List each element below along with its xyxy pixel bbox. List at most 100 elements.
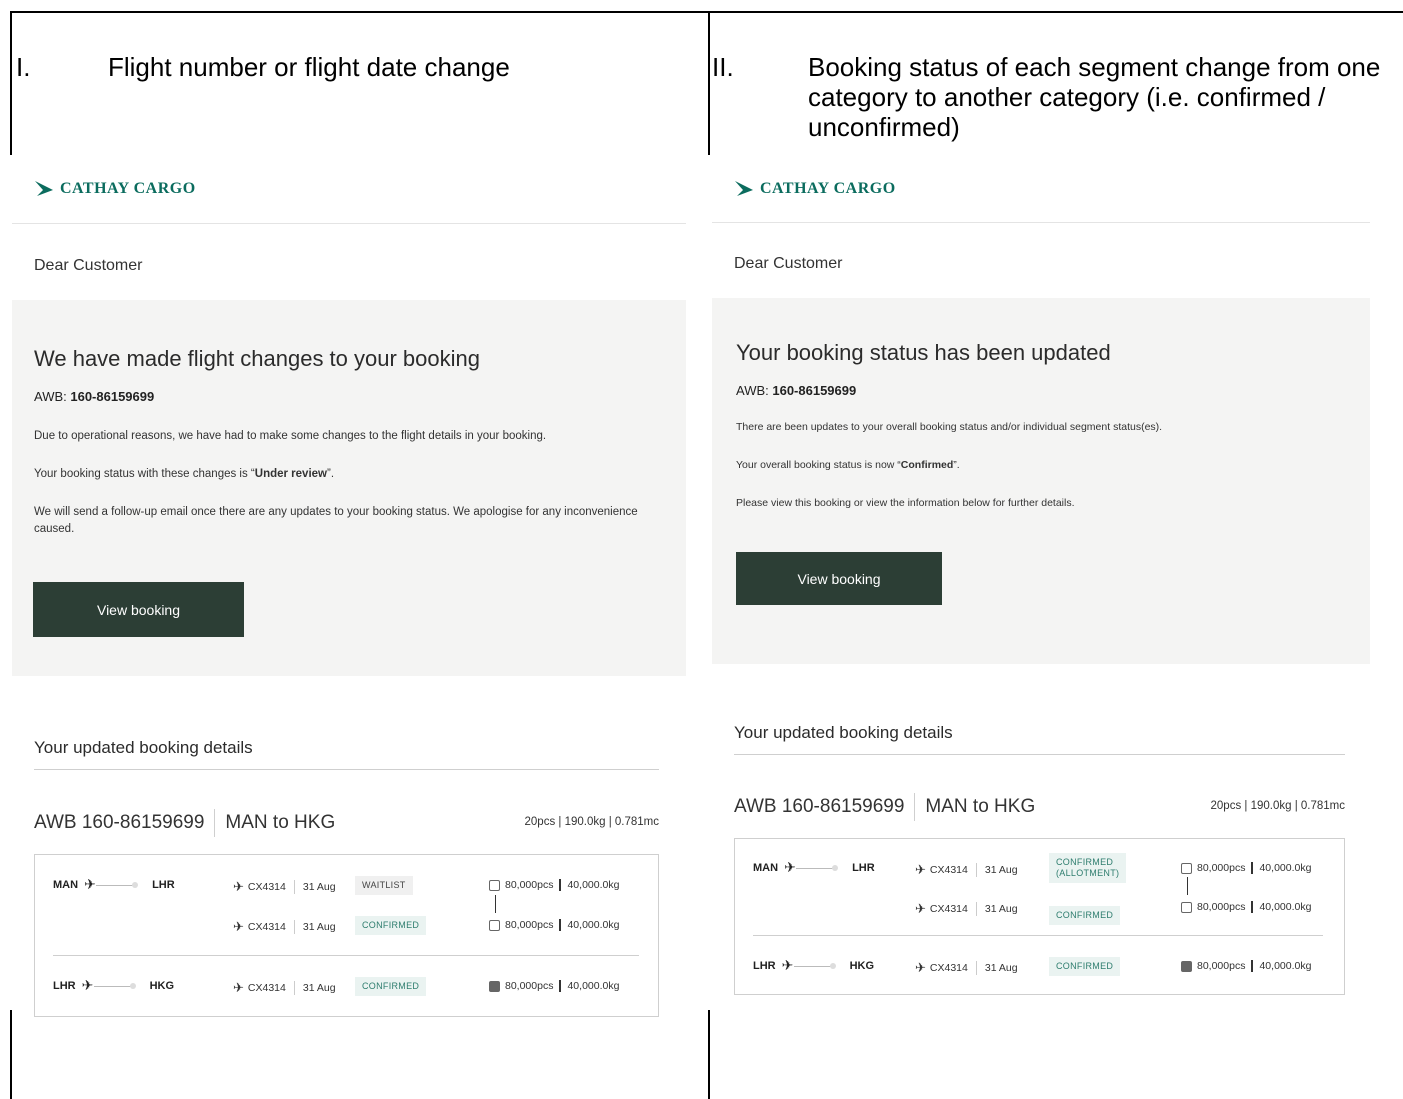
flight-line: ✈ CX4314 31 Aug: [915, 901, 1018, 917]
notice-paragraph-3: Please view this booking or view the inf…: [736, 497, 1075, 509]
brand-logo: CATHAY CARGO: [734, 180, 896, 198]
segment-destination: LHR: [152, 879, 175, 891]
route-heading: MAN to HKG: [225, 812, 336, 833]
flight-line: ✈ CX4314 31 Aug: [233, 879, 336, 895]
flight-line: ✈ CX4314 31 Aug: [915, 960, 1018, 976]
segment-destination: HKG: [849, 960, 875, 972]
booking-details-rule: [734, 754, 1345, 755]
segment-route: MAN ✈ LHR: [753, 859, 875, 875]
view-booking-button[interactable]: View booking: [33, 582, 244, 637]
route-track: ✈: [782, 957, 836, 973]
left-column-header: I. Flight number or flight date change: [16, 52, 696, 92]
awb-heading: AWB 160-86159699: [734, 796, 905, 817]
route-heading: MAN to HKG: [925, 796, 1036, 817]
status-badge: WAITLIST: [355, 876, 413, 895]
flight-number: CX4314: [929, 903, 968, 915]
status-badge: CONFIRMED: [355, 977, 427, 996]
package-icon: [1181, 960, 1192, 972]
segment-route: MAN ✈ LHR: [53, 876, 175, 892]
notice-paragraph-3: We will send a follow-up email once ther…: [34, 506, 638, 535]
capacity-connector: [495, 895, 496, 913]
weight: 40,000.0kg: [567, 919, 620, 931]
segment-origin: MAN: [53, 879, 79, 891]
flight-date: 31 Aug: [984, 903, 1018, 915]
status-badge: CONFIRMED (ALLOTMENT): [1049, 853, 1127, 883]
left-email: CATHAY CARGO Dear Customer We have made …: [12, 160, 686, 1017]
plane-icon: ✈: [915, 901, 926, 916]
segments-table: MAN ✈ LHR ✈ CX4314 31 Aug CONFIRMED (ALL…: [734, 838, 1345, 995]
flight-date: 31 Aug: [302, 982, 336, 994]
notice-paragraph-2: Your overall booking status is now “Conf…: [736, 457, 1356, 474]
flight-number: CX4314: [247, 982, 286, 994]
awb-value: 160-86159699: [772, 383, 857, 398]
capacity: 80,000pcs 40,000.0kg: [1181, 960, 1311, 972]
route-track: ✈: [784, 859, 839, 875]
left-header-text: Flight number or flight date change: [108, 52, 510, 82]
status-badge: CONFIRMED: [355, 916, 427, 935]
status-badge: CONFIRMED: [1049, 957, 1121, 976]
weight: 40,000.0kg: [1259, 960, 1312, 972]
shipment-summary: 20pcs | 190.0kg | 0.781mc: [524, 816, 659, 828]
flight-date: 31 Aug: [302, 921, 336, 933]
cathay-brushwing-icon: [35, 181, 53, 196]
cathay-brushwing-icon: [735, 181, 753, 196]
flight-number: CX4314: [247, 881, 286, 893]
view-booking-button[interactable]: View booking: [736, 552, 942, 605]
left-header-number: I.: [16, 52, 31, 82]
plane-icon: ✈: [915, 960, 926, 975]
status-line-1: CONFIRMED: [1056, 857, 1114, 867]
p2-pre: Your overall booking status is now “: [736, 459, 901, 471]
p2-bold: Confirmed: [900, 459, 954, 471]
capacity: 80,000pcs 40,000.0kg: [1181, 862, 1311, 874]
pieces: 80,000pcs: [505, 980, 554, 992]
capacity: 80,000pcs 40,000.0kg: [489, 980, 619, 992]
flight-date: 31 Aug: [984, 962, 1018, 974]
pieces: 80,000pcs: [505, 879, 554, 891]
table-middle-border-lower: [708, 1010, 710, 1099]
right-header-text: Booking status of each segment change fr…: [808, 52, 1381, 142]
flight-line: ✈ CX4314 31 Aug: [233, 919, 336, 935]
awb-route-heading: AWB 160-86159699 MAN to HKG: [34, 808, 335, 838]
notice-paragraph-2: Your booking status with these changes i…: [34, 466, 674, 483]
header-divider: [12, 223, 686, 224]
plane-icon: ✈: [233, 980, 244, 995]
weight: 40,000.0kg: [567, 980, 620, 992]
flight-line: ✈ CX4314 31 Aug: [915, 862, 1018, 878]
notice-title: We have made flight changes to your book…: [34, 346, 480, 371]
notice-title: Your booking status has been updated: [736, 340, 1111, 365]
shipment-summary: 20pcs | 190.0kg | 0.781mc: [1210, 800, 1345, 812]
capacity: 80,000pcs 40,000.0kg: [1181, 901, 1311, 913]
awb-line: AWB: 160-86159699: [736, 383, 856, 398]
plane-icon: ✈: [784, 859, 796, 875]
plane-icon: ✈: [233, 919, 244, 934]
table-left-border-lower: [10, 1010, 12, 1099]
weight: 40,000.0kg: [567, 879, 620, 891]
greeting: Dear Customer: [34, 257, 143, 274]
p2-pre: Your booking status with these changes i…: [34, 468, 255, 480]
plane-icon: ✈: [81, 977, 94, 993]
route-track: ✈: [84, 876, 139, 892]
right-email: CATHAY CARGO Dear Customer Your booking …: [712, 160, 1372, 1010]
plane-icon: ✈: [781, 957, 794, 973]
booking-details-title: Your updated booking details: [34, 738, 253, 757]
segment-destination: LHR: [852, 862, 875, 874]
pieces: 80,000pcs: [1197, 862, 1246, 874]
brand-logo: CATHAY CARGO: [34, 180, 196, 198]
notice-box: Your booking status has been updated AWB…: [712, 298, 1370, 664]
flight-date: 31 Aug: [984, 864, 1018, 876]
notice-box: We have made flight changes to your book…: [12, 300, 686, 676]
greeting: Dear Customer: [734, 255, 843, 272]
segment-origin: MAN: [753, 862, 779, 874]
segment-route: LHR ✈ HKG: [753, 957, 875, 973]
segment-divider: [753, 935, 1323, 936]
booking-details-rule: [34, 769, 659, 770]
table-left-border: [10, 11, 12, 155]
flight-number: CX4314: [929, 962, 968, 974]
plane-icon: ✈: [84, 876, 96, 892]
pieces: 80,000pcs: [1197, 960, 1246, 972]
package-icon: [489, 879, 500, 891]
right-header-number: II.: [712, 52, 734, 82]
route-track: ✈: [82, 977, 136, 993]
pieces: 80,000pcs: [505, 919, 554, 931]
plane-icon: ✈: [233, 879, 244, 894]
